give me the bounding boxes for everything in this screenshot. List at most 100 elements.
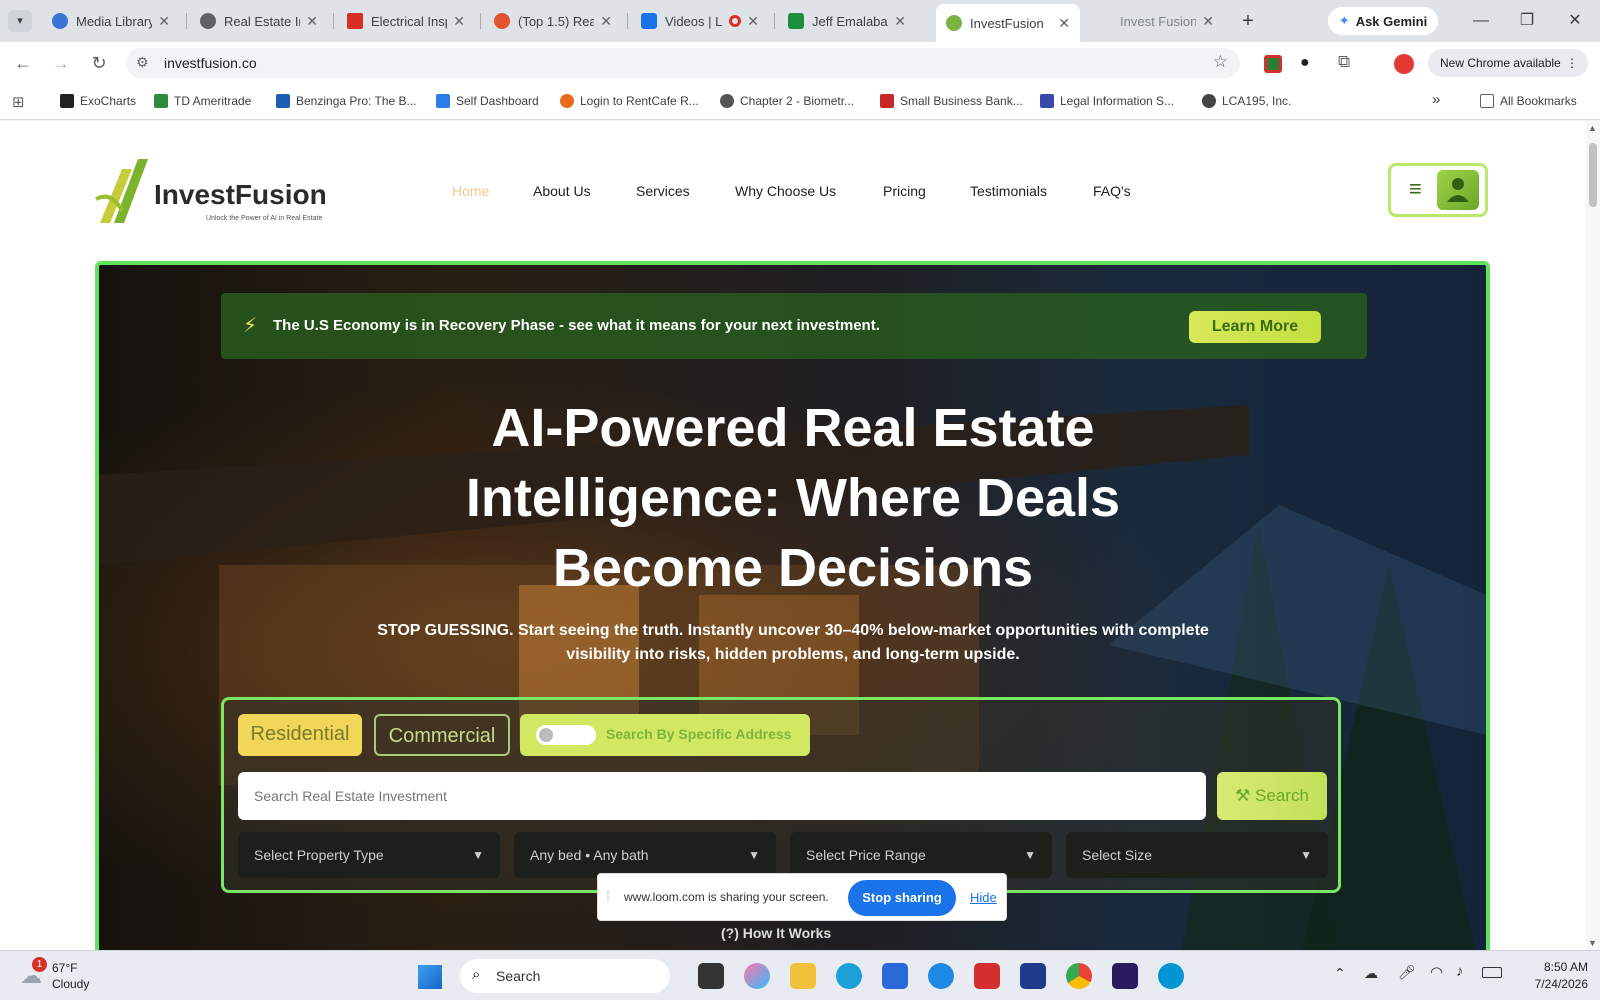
- help-icon[interactable]: [928, 963, 954, 989]
- close-icon[interactable]: ✕: [1202, 13, 1214, 30]
- hp-icon[interactable]: [1158, 963, 1184, 989]
- volume-icon[interactable]: ♪: [1456, 963, 1464, 980]
- bookmark-self-dashboard[interactable]: Self Dashboard: [436, 94, 539, 108]
- more-bookmarks-button[interactable]: »: [1432, 91, 1440, 108]
- chrome-icon[interactable]: [1066, 963, 1092, 989]
- close-icon[interactable]: ✕: [747, 13, 759, 30]
- search-input[interactable]: [238, 772, 1206, 820]
- bookmark-rentcafe[interactable]: Login to RentCafe R...: [560, 94, 699, 108]
- tab-residential[interactable]: Residential: [238, 714, 362, 756]
- show-hidden-icons[interactable]: ⌃: [1334, 965, 1346, 982]
- task-view-icon[interactable]: [698, 963, 724, 989]
- tab-electrical-insp[interactable]: Electrical Insp ✕: [337, 6, 475, 36]
- property-type-select[interactable]: Select Property Type ▼: [238, 832, 500, 878]
- copilot-icon[interactable]: [744, 963, 770, 989]
- tab-jeff-emalaba[interactable]: Jeff Emalaba ✕: [778, 6, 916, 36]
- site-info-icon[interactable]: ⚙: [136, 54, 149, 71]
- tab-search-button[interactable]: ▾: [8, 10, 32, 32]
- close-icon[interactable]: ✕: [894, 13, 906, 30]
- reload-button[interactable]: ↻: [86, 50, 112, 76]
- chevron-down-icon: ▼: [1300, 848, 1312, 862]
- weather-widget[interactable]: ☁ 1 67°F Cloudy: [18, 957, 108, 995]
- profile-avatar[interactable]: [1394, 54, 1414, 74]
- close-icon[interactable]: ✕: [306, 13, 318, 30]
- mcafee-icon[interactable]: [974, 963, 1000, 989]
- all-bookmarks-button[interactable]: All Bookmarks: [1480, 94, 1577, 108]
- tab-top-real[interactable]: (Top 1.5) Rea ✕: [484, 6, 622, 36]
- size-select[interactable]: Select Size ▼: [1066, 832, 1328, 878]
- taskbar-search[interactable]: ⌕ Search: [460, 959, 670, 993]
- bookmark-small-business[interactable]: Small Business Bank...: [880, 94, 1023, 108]
- close-icon[interactable]: ✕: [158, 13, 170, 30]
- bookmark-star-icon[interactable]: ☆: [1213, 52, 1228, 72]
- store-icon[interactable]: [882, 963, 908, 989]
- extension-icon[interactable]: [1264, 55, 1282, 73]
- page-scrollbar[interactable]: ▲ ▼: [1586, 121, 1600, 950]
- globe-icon: [200, 13, 216, 29]
- microphone-icon[interactable]: 🎤︎: [1398, 964, 1416, 981]
- tab-invest-fusion[interactable]: Invest Fusion ✕: [1086, 6, 1224, 36]
- close-icon[interactable]: ✕: [1058, 15, 1070, 32]
- close-window-button[interactable]: ✕: [1560, 8, 1590, 34]
- gemini-sparkle-icon: ✦: [1338, 13, 1350, 28]
- windows-start-icon[interactable]: [418, 965, 442, 989]
- nav-why-choose-us[interactable]: Why Choose Us: [735, 183, 836, 199]
- nav-home[interactable]: Home: [452, 183, 489, 199]
- scrollbar-thumb[interactable]: [1589, 143, 1597, 207]
- stop-sharing-button[interactable]: Stop sharing: [848, 880, 956, 916]
- scroll-up-arrow-icon[interactable]: ▲: [1588, 123, 1597, 133]
- how-it-works-link[interactable]: (?) How It Works: [721, 925, 831, 941]
- bed-bath-select[interactable]: Any bed • Any bath ▼: [514, 832, 776, 878]
- address-toggle[interactable]: [536, 725, 596, 745]
- tab-real-estate[interactable]: Real Estate In ✕: [190, 6, 328, 36]
- apps-grid-icon[interactable]: ⊞: [12, 93, 25, 111]
- nav-services[interactable]: Services: [636, 183, 690, 199]
- tab-commercial[interactable]: Commercial: [374, 714, 510, 756]
- premiere-icon[interactable]: [1112, 963, 1138, 989]
- gmail-icon: [347, 13, 363, 29]
- forward-button[interactable]: →: [48, 50, 74, 76]
- wifi-icon[interactable]: ◠: [1430, 963, 1443, 981]
- onedrive-icon[interactable]: ☁: [1364, 965, 1378, 982]
- nav-testimonials[interactable]: Testimonials: [970, 183, 1047, 199]
- nav-faqs[interactable]: FAQ's: [1093, 183, 1131, 199]
- tab-media-library[interactable]: Media Library ✕: [42, 6, 180, 36]
- dropbox-icon[interactable]: [1020, 963, 1046, 989]
- benzinga-icon: [276, 94, 290, 108]
- battery-icon[interactable]: [1482, 967, 1502, 978]
- chevron-down-icon: ▼: [748, 848, 760, 862]
- hide-link[interactable]: Hide: [970, 890, 997, 905]
- learn-more-button[interactable]: Learn More: [1189, 311, 1321, 343]
- tab-videos[interactable]: Videos | L ✕: [631, 6, 769, 36]
- nav-about-us[interactable]: About Us: [533, 183, 591, 199]
- chat-extension-icon[interactable]: ●: [1300, 54, 1310, 72]
- drag-handle-icon[interactable]: ⁞: [606, 888, 610, 904]
- back-button[interactable]: ←: [10, 50, 36, 76]
- ask-gemini-button[interactable]: ✦ Ask Gemini: [1328, 7, 1438, 35]
- bookmark-td-ameritrade[interactable]: TD Ameritrade: [154, 94, 251, 108]
- bookmark-chapter-2[interactable]: Chapter 2 - Biometr...: [720, 94, 854, 108]
- close-icon[interactable]: ✕: [600, 13, 612, 30]
- minimize-button[interactable]: —: [1466, 8, 1496, 34]
- file-explorer-icon[interactable]: [790, 963, 816, 989]
- bookmark-lca195[interactable]: LCA195, Inc.: [1202, 94, 1291, 108]
- nav-pricing[interactable]: Pricing: [883, 183, 926, 199]
- extensions-puzzle-icon[interactable]: ⧉: [1338, 52, 1350, 72]
- bookmark-exocharts[interactable]: ExoCharts: [60, 94, 136, 108]
- site-logo[interactable]: InvestFusion Unlock the Power of AI in R…: [92, 151, 332, 231]
- tab-investfusion-active[interactable]: InvestFusion ✕: [936, 4, 1080, 42]
- legal-icon: [1040, 94, 1054, 108]
- search-button[interactable]: ⚒ Search: [1217, 772, 1327, 820]
- new-chrome-available-button[interactable]: New Chrome available ⋮: [1428, 49, 1588, 77]
- bookmark-benzinga[interactable]: Benzinga Pro: The B...: [276, 94, 417, 108]
- new-tab-button[interactable]: +: [1236, 9, 1260, 33]
- scroll-down-arrow-icon[interactable]: ▼: [1588, 938, 1597, 948]
- clock[interactable]: 8:50 AM 7/24/2026: [1516, 959, 1588, 993]
- edge-icon[interactable]: [836, 963, 862, 989]
- price-range-select[interactable]: Select Price Range ▼: [790, 832, 1052, 878]
- restore-button[interactable]: ❐: [1512, 8, 1542, 34]
- close-icon[interactable]: ✕: [453, 13, 465, 30]
- bookmark-legal-information[interactable]: Legal Information S...: [1040, 94, 1174, 108]
- menu-user-button[interactable]: ≡: [1388, 163, 1488, 217]
- address-bar[interactable]: ⚙ investfusion.co ☆: [126, 48, 1240, 78]
